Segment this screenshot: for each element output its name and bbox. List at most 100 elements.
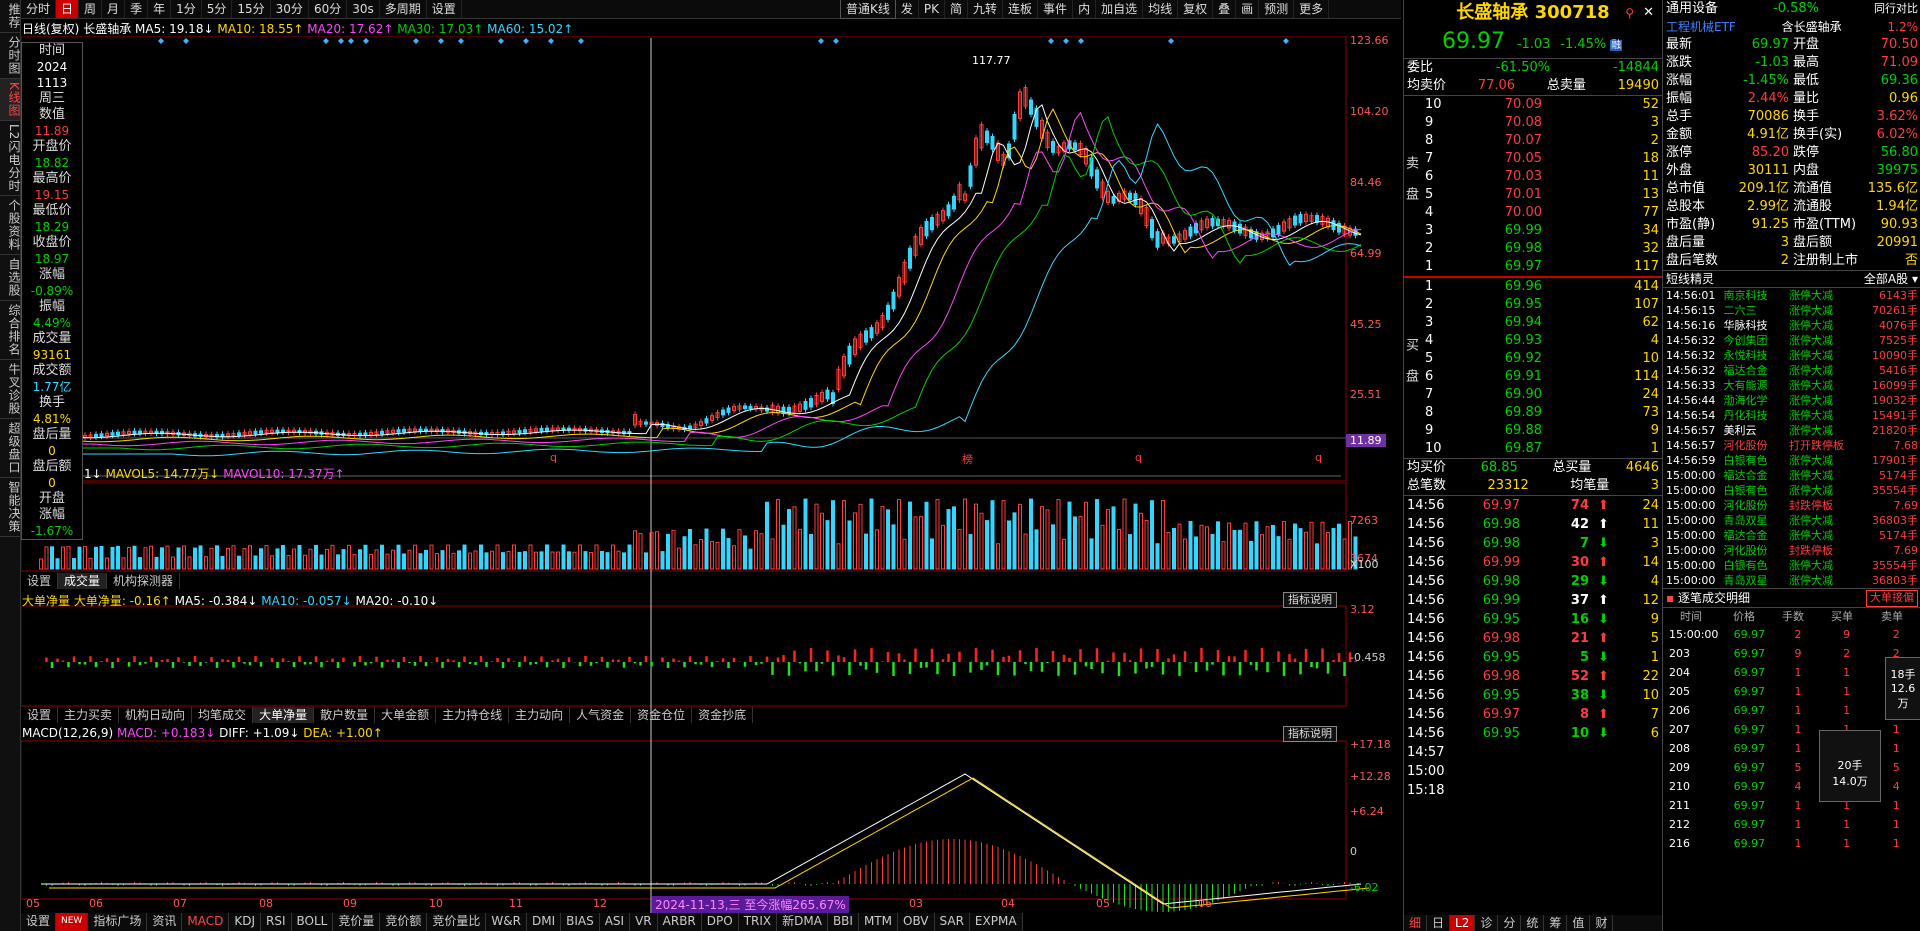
period-tab-15m[interactable]: 15分 [232,0,271,18]
indicator-tab[interactable]: 竞价量比 [427,913,487,931]
vtab-super[interactable]: 超级盘口 [0,419,21,479]
flow-tab-retail[interactable]: 散户数量 [314,707,376,723]
vol-tab-volume[interactable]: 成交量 [58,573,108,589]
sprite-row[interactable]: 14:56:57 美利云 涨停大减 21820手 [1663,423,1920,438]
quote-tab[interactable]: 财 [1590,915,1614,931]
period-tab-day[interactable]: 日 [56,0,80,18]
indicator-tab[interactable]: 设置 [21,913,57,931]
buy-level[interactable]: 8 69.89 73 [1422,404,1662,422]
period-tab-5m[interactable]: 5分 [202,0,233,18]
sprite-row[interactable]: 15:00:00 白银有色 涨停大减 35554手 [1663,483,1920,498]
vtab-timeline[interactable]: 分时图 [0,33,21,79]
quote-tab[interactable]: L2 [1450,915,1476,931]
sprite-row[interactable]: 14:56:01 南京科技 涨停大减 6143手 [1663,288,1920,303]
tool-ma[interactable]: 均线 [1143,0,1179,18]
vtab-ranking[interactable]: 综合排名 [0,301,21,361]
trade-list[interactable]: 15:00:00 69.97 2 9 2 203 69.97 9 2 2 204 69.97 1 1 1 20… [1663,625,1920,853]
period-tab-month[interactable]: 月 [102,0,126,18]
buy-level[interactable]: 4 69.93 4 [1422,332,1662,350]
vol-tab-settings[interactable]: 设置 [21,573,59,589]
macd-indicator-help-button[interactable]: 指标说明 [1283,726,1337,742]
tool-overlay[interactable]: 叠 [1213,0,1237,18]
sell-level[interactable]: 10 70.09 52 [1422,96,1662,114]
sprite-row[interactable]: 14:56:15 二六三 涨停大减 70261手 [1663,303,1920,318]
sprite-row[interactable]: 15:00:00 河化股份 封跌停板 7.69 [1663,543,1920,558]
vtab-profile[interactable]: 个股资料 [0,196,21,256]
vtab-watchlist[interactable]: 自选股 [0,255,21,302]
indicator-tab[interactable]: 资讯 [147,913,183,931]
sprite-row[interactable]: 15:00:00 福达合金 涨停大减 5174手 [1663,528,1920,543]
tick-list[interactable]: 14:56 69.97 74 ⬆ 24 14:56 69.98 42 ⬆ 11 14:56 69.98… [1404,496,1662,800]
quote-tab[interactable]: 筹 [1544,915,1568,931]
buy-level[interactable]: 9 69.88 9 [1422,422,1662,440]
period-tab-60m[interactable]: 60分 [309,0,348,18]
indicator-tab[interactable]: NEW [56,913,89,931]
pin-icon[interactable]: ⚲ [1625,0,1634,26]
tool-draw[interactable]: 画 [1236,0,1260,18]
tool-nei[interactable]: 内 [1073,0,1097,18]
sprite-row[interactable]: 15:00:00 白银有色 涨停大减 35554手 [1663,558,1920,573]
sprite-row[interactable]: 14:56:54 丹化科技 涨停大减 15491手 [1663,408,1920,423]
indicator-tab[interactable]: OBV [898,913,935,931]
sprite-row[interactable]: 14:56:57 河化股份 打开跌停板 7.68 [1663,438,1920,453]
quote-tab[interactable]: 分 [1498,915,1522,931]
buy-level[interactable]: 10 69.87 1 [1422,440,1662,458]
buy-level[interactable]: 2 69.95 107 [1422,296,1662,314]
sprite-row[interactable]: 15:00:00 青岛双星 涨停大减 36803手 [1663,573,1920,588]
indicator-tab[interactable]: W&R [486,913,527,931]
indicator-tab[interactable]: BBI [828,913,859,931]
flow-tab-bignet[interactable]: 大单净量 [253,707,315,723]
period-tab-settings[interactable]: 设置 [427,0,462,18]
indicator-tab[interactable]: ARBR [658,913,702,931]
chart-mark-bang[interactable]: 榜 [962,451,973,467]
period-tab-year[interactable]: 年 [148,0,172,18]
flow-tab-hold[interactable]: 主力持仓线 [436,707,510,723]
sell-level[interactable]: 2 69.98 32 [1422,240,1662,258]
sprite-row[interactable]: 15:00:00 福达合金 涨停大减 5174手 [1663,468,1920,483]
indicator-tab[interactable]: VR [630,913,658,931]
sell-level[interactable]: 1 69.97 117 [1422,258,1662,276]
buy-level[interactable]: 6 69.91 114 [1422,368,1662,386]
indicator-tab[interactable]: BOLL [292,913,334,931]
vtab-decision[interactable]: 智能决策 [0,478,21,538]
quote-tab[interactable]: 统 [1521,915,1545,931]
indicator-tab[interactable]: TRIX [739,913,778,931]
tool-fa[interactable]: 发 [896,0,919,18]
sell-level[interactable]: 9 70.08 3 [1422,114,1662,132]
flow-tab-position[interactable]: 资金仓位 [631,707,693,723]
flow-tab-main[interactable]: 主力买卖 [58,707,120,723]
flow-tab-bigamt[interactable]: 大单金额 [375,707,437,723]
sprite-row[interactable]: 14:56:32 福达合金 涨停大减 5416手 [1663,363,1920,378]
indicator-tab[interactable]: ASI [600,913,631,931]
flow-tab-trend[interactable]: 主力动向 [509,707,571,723]
period-tab-fenshi[interactable]: 分时 [21,0,57,18]
tool-more[interactable]: 更多 [1294,0,1330,18]
tool-jian[interactable]: 简 [945,0,969,18]
flow-tab-settings[interactable]: 设置 [21,707,59,723]
sell-level[interactable]: 3 69.99 34 [1422,222,1662,240]
sector-name[interactable]: 通用设备 [1666,0,1718,18]
chart-mark-q[interactable]: q [1135,451,1142,464]
tool-pk[interactable]: PK [919,0,945,18]
sell-level[interactable]: 7 70.05 18 [1422,150,1662,168]
chart-mark-q[interactable]: q [1315,451,1322,464]
indicator-tab[interactable]: EXPMA [970,913,1023,931]
buy-level[interactable]: 5 69.92 10 [1422,350,1662,368]
vtab-diagnose[interactable]: 牛叉诊股 [0,360,21,420]
sprite-row[interactable]: 14:56:33 大有能源 涨停大减 16099手 [1663,378,1920,393]
chart-mark-q[interactable]: q [550,451,557,464]
flow-tab-bottom[interactable]: 资金抄底 [692,707,754,723]
indicator-tab[interactable]: 新DMA [777,913,828,931]
indicator-tab[interactable]: 竞价额 [380,913,428,931]
period-tab-30s[interactable]: 30s [347,0,380,18]
tool-add-watch[interactable]: 加自选 [1096,0,1144,18]
period-tab-week[interactable]: 周 [79,0,103,18]
tool-jiuzhuan[interactable]: 九转 [968,0,1004,18]
vtab-recommend[interactable]: 推荐 [0,0,21,33]
tool-adjust[interactable]: 复权 [1178,0,1214,18]
buy-level[interactable]: 7 69.90 24 [1422,386,1662,404]
tool-forecast[interactable]: 预测 [1259,0,1295,18]
sprite-row[interactable]: 14:56:16 华脉科技 涨停大减 4076手 [1663,318,1920,333]
indicator-tab[interactable]: DPO [702,913,739,931]
vol-tab-inst[interactable]: 机构探测器 [107,573,181,589]
